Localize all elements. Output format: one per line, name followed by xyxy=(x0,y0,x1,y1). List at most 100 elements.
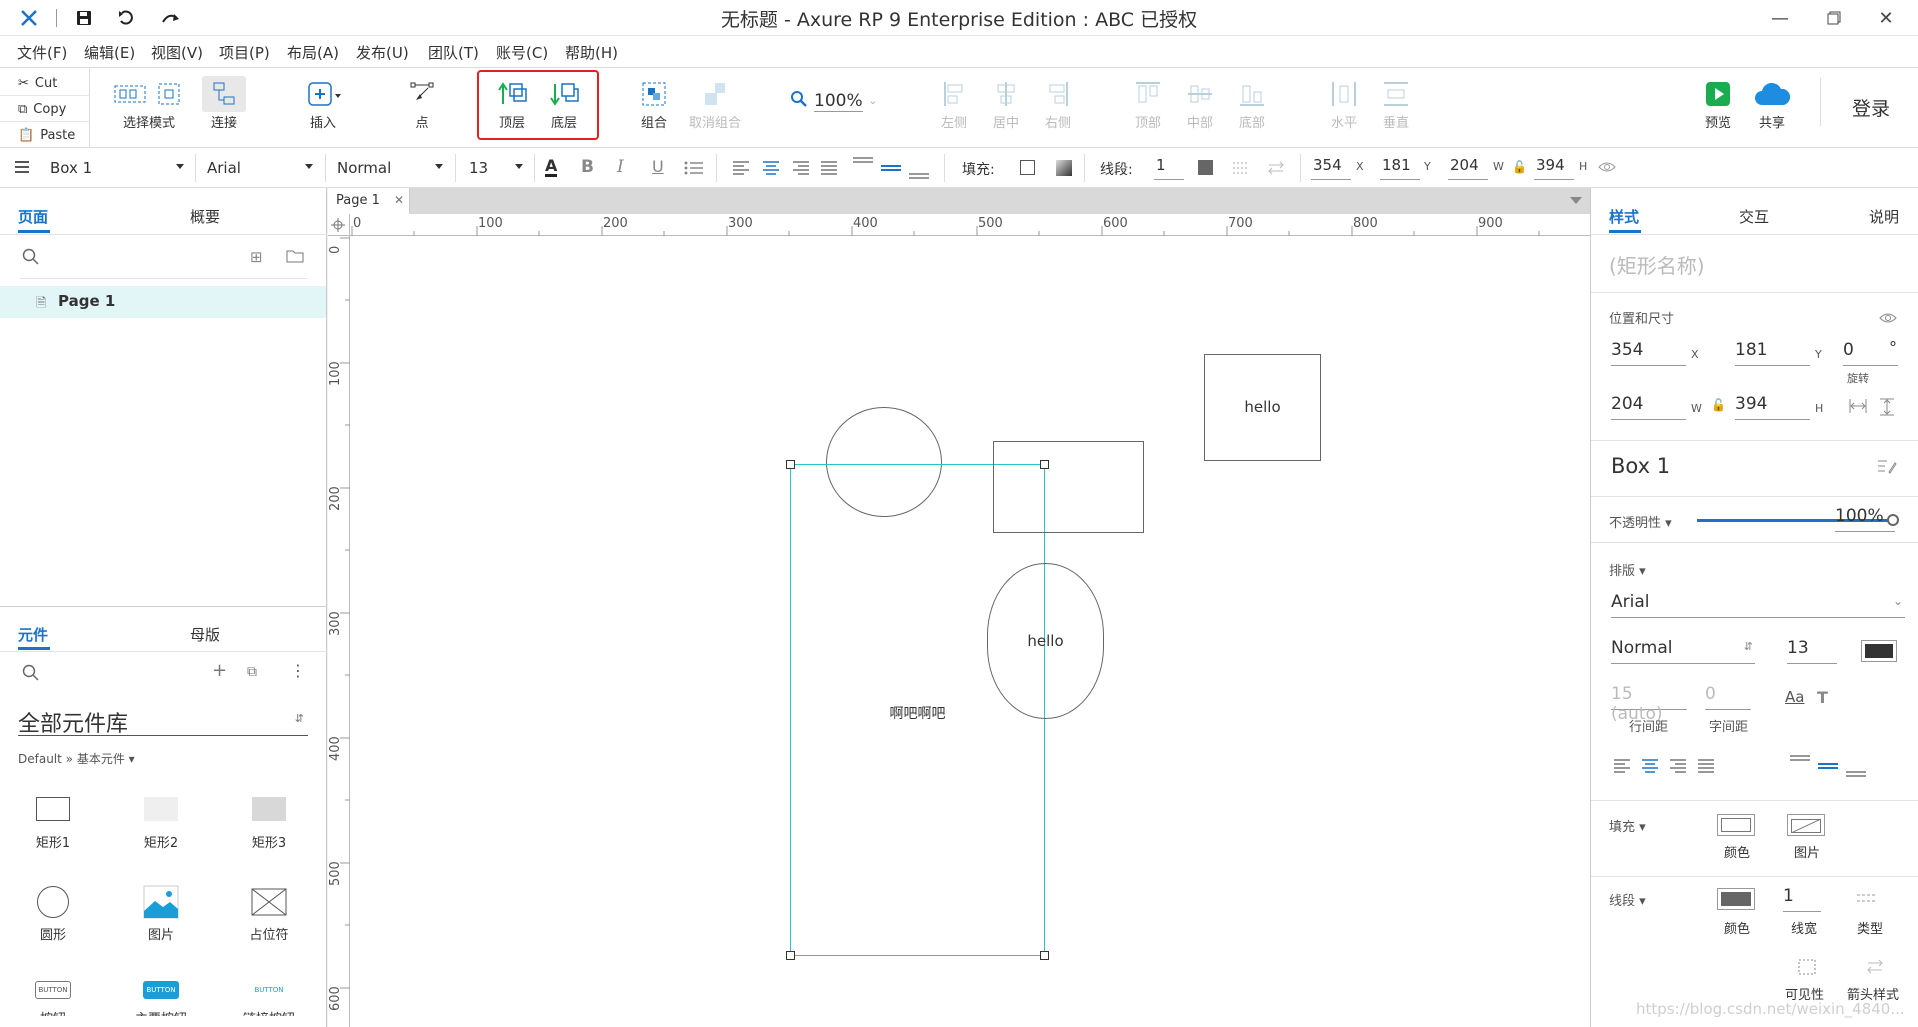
restore-button[interactable] xyxy=(1822,6,1846,30)
align-right-button[interactable]: 右侧 xyxy=(1038,76,1078,131)
y-input[interactable]: 181 xyxy=(1380,156,1420,180)
paste-button[interactable]: 📋 Paste xyxy=(0,123,90,148)
canvas-hello-box[interactable]: hello xyxy=(1204,354,1321,461)
menu-team[interactable]: 团队(T) xyxy=(428,42,479,63)
font-weight-select[interactable]: Normal ⇵ xyxy=(1611,638,1755,664)
fill-image-swatch[interactable] xyxy=(1787,814,1825,836)
tab-style[interactable]: 样式 xyxy=(1609,206,1639,227)
visibility-eye-icon[interactable] xyxy=(1879,310,1897,329)
width-input[interactable]: 204 xyxy=(1611,394,1686,420)
x-input[interactable]: 354 xyxy=(1611,340,1686,366)
text-align-right-icon[interactable] xyxy=(792,160,810,180)
menu-file[interactable]: 文件(F) xyxy=(17,42,67,63)
tab-interactions[interactable]: 交互 xyxy=(1739,206,1769,227)
select-mode-button[interactable]: 选择模式 xyxy=(104,76,194,131)
edit-style-icon[interactable] xyxy=(1877,458,1897,480)
font-family-select[interactable]: Arial xyxy=(207,156,319,180)
fill-color-swatch[interactable] xyxy=(1020,160,1035,175)
widget-box3[interactable]: 矩形3 xyxy=(234,792,304,851)
add-library-icon[interactable]: + xyxy=(212,660,227,681)
canvas-rectangle[interactable] xyxy=(993,441,1144,533)
valign-middle-icon[interactable] xyxy=(1817,754,1839,782)
widget-primary-button[interactable]: BUTTON 主要按钮 xyxy=(126,976,196,1016)
fit-height-icon[interactable] xyxy=(1879,398,1895,420)
page-item[interactable]: 🗎 Page 1 xyxy=(0,286,326,318)
shape-name-input[interactable]: (矩形名称) xyxy=(1609,250,1705,279)
close-button[interactable]: ✕ xyxy=(1874,6,1898,30)
visibility-icon[interactable] xyxy=(1797,958,1817,980)
fill-color-swatch[interactable] xyxy=(1717,814,1755,836)
arrow-style-icon[interactable] xyxy=(1266,160,1286,180)
menu-edit[interactable]: 编辑(E) xyxy=(84,42,135,63)
lock-icon[interactable]: 🔓 xyxy=(1512,160,1527,174)
tab-outline[interactable]: 概要 xyxy=(190,206,220,227)
stroke-type-icon[interactable] xyxy=(1855,892,1879,912)
text-align-left-icon[interactable] xyxy=(732,160,750,180)
resize-handle[interactable] xyxy=(1040,951,1049,960)
canvas-box-1-selected[interactable]: 啊吧啊吧 xyxy=(786,460,1049,960)
share-button[interactable]: 共享 xyxy=(1750,76,1794,131)
text-case-icon[interactable]: Aa xyxy=(1785,688,1804,706)
add-page-icon[interactable]: ⊞ xyxy=(250,248,263,266)
tab-masters[interactable]: 母版 xyxy=(190,624,220,645)
insert-button[interactable]: 插入 xyxy=(298,76,348,131)
line-spacing-input[interactable]: 15 (auto) xyxy=(1611,684,1687,724)
preview-button[interactable]: 预览 xyxy=(1698,76,1738,131)
close-tab-icon[interactable]: ✕ xyxy=(394,193,404,207)
lock-aspect-icon[interactable]: 🔓 xyxy=(1711,398,1726,412)
text-align-center-icon[interactable] xyxy=(1641,758,1659,778)
font-color-icon[interactable]: A xyxy=(545,157,558,177)
valign-top-icon[interactable] xyxy=(852,156,874,184)
send-to-back-button[interactable]: 底层 xyxy=(542,76,586,131)
font-size-select[interactable]: 13 xyxy=(469,156,529,180)
widget-ellipse[interactable]: 圆形 xyxy=(18,882,88,943)
y-input[interactable]: 181 xyxy=(1735,340,1810,366)
bold-icon[interactable]: B xyxy=(581,157,594,177)
opacity-input[interactable]: 100% xyxy=(1835,506,1895,532)
add-folder-icon[interactable] xyxy=(286,248,304,268)
arrow-style-icon[interactable] xyxy=(1865,958,1885,980)
x-input[interactable]: 354 xyxy=(1311,156,1351,180)
menu-view[interactable]: 视图(V) xyxy=(151,42,203,63)
point-button[interactable]: 点 xyxy=(400,76,444,131)
widget-link-button[interactable]: BUTTON 链接按钮 xyxy=(234,976,304,1016)
zoom-control[interactable]: 100% ⌄ xyxy=(790,88,880,114)
text-align-left-icon[interactable] xyxy=(1613,758,1631,778)
canvas-pill-shape[interactable]: hello xyxy=(987,563,1104,719)
height-input[interactable]: 394 xyxy=(1735,394,1810,420)
widget-name-select[interactable]: Box 1 xyxy=(50,156,190,180)
connect-button[interactable]: 连接 xyxy=(202,76,246,131)
ruler-origin[interactable] xyxy=(328,214,350,236)
library-select[interactable]: 全部元件库 ⇵ xyxy=(18,706,308,737)
font-family-select[interactable]: Arial ⌄ xyxy=(1611,592,1905,618)
align-bottom-button[interactable]: 底部 xyxy=(1232,76,1272,131)
valign-bottom-icon[interactable] xyxy=(1845,754,1867,782)
text-align-center-icon[interactable] xyxy=(762,160,780,180)
fit-width-icon[interactable] xyxy=(1849,398,1867,418)
align-left-button[interactable]: 左侧 xyxy=(934,76,974,131)
widget-box1[interactable]: 矩形1 xyxy=(18,792,88,851)
text-justify-icon[interactable] xyxy=(820,160,838,180)
valign-middle-icon[interactable] xyxy=(880,156,902,184)
font-style-select[interactable]: Normal xyxy=(337,156,449,180)
stroke-width-input[interactable]: 1 xyxy=(1783,886,1821,912)
stroke-width-input[interactable]: 1 xyxy=(1154,156,1184,180)
text-justify-icon[interactable] xyxy=(1697,758,1715,778)
widget-search-icon[interactable] xyxy=(22,664,40,686)
valign-top-icon[interactable] xyxy=(1789,754,1811,782)
stroke-pattern-icon[interactable] xyxy=(1232,160,1250,180)
menu-project[interactable]: 项目(P) xyxy=(219,42,270,63)
widget-image[interactable]: 图片 xyxy=(126,882,196,943)
tab-widgets[interactable]: 元件 xyxy=(18,624,48,645)
distribute-vertical-button[interactable]: 垂直 xyxy=(1376,76,1416,131)
valign-bottom-icon[interactable] xyxy=(908,156,930,184)
bring-to-front-button[interactable]: 顶层 xyxy=(490,76,534,131)
menu-help[interactable]: 帮助(H) xyxy=(565,42,618,63)
tabs-dropdown-icon[interactable] xyxy=(1570,197,1582,204)
design-canvas[interactable]: 啊吧啊吧 hello hello xyxy=(350,236,1590,1027)
minimize-button[interactable]: — xyxy=(1768,6,1792,30)
widget-box2[interactable]: 矩形2 xyxy=(126,792,196,851)
h-input[interactable]: 394 xyxy=(1534,156,1574,180)
font-color-swatch[interactable] xyxy=(1861,640,1897,662)
widget-button[interactable]: BUTTON 按钮 xyxy=(18,976,88,1016)
